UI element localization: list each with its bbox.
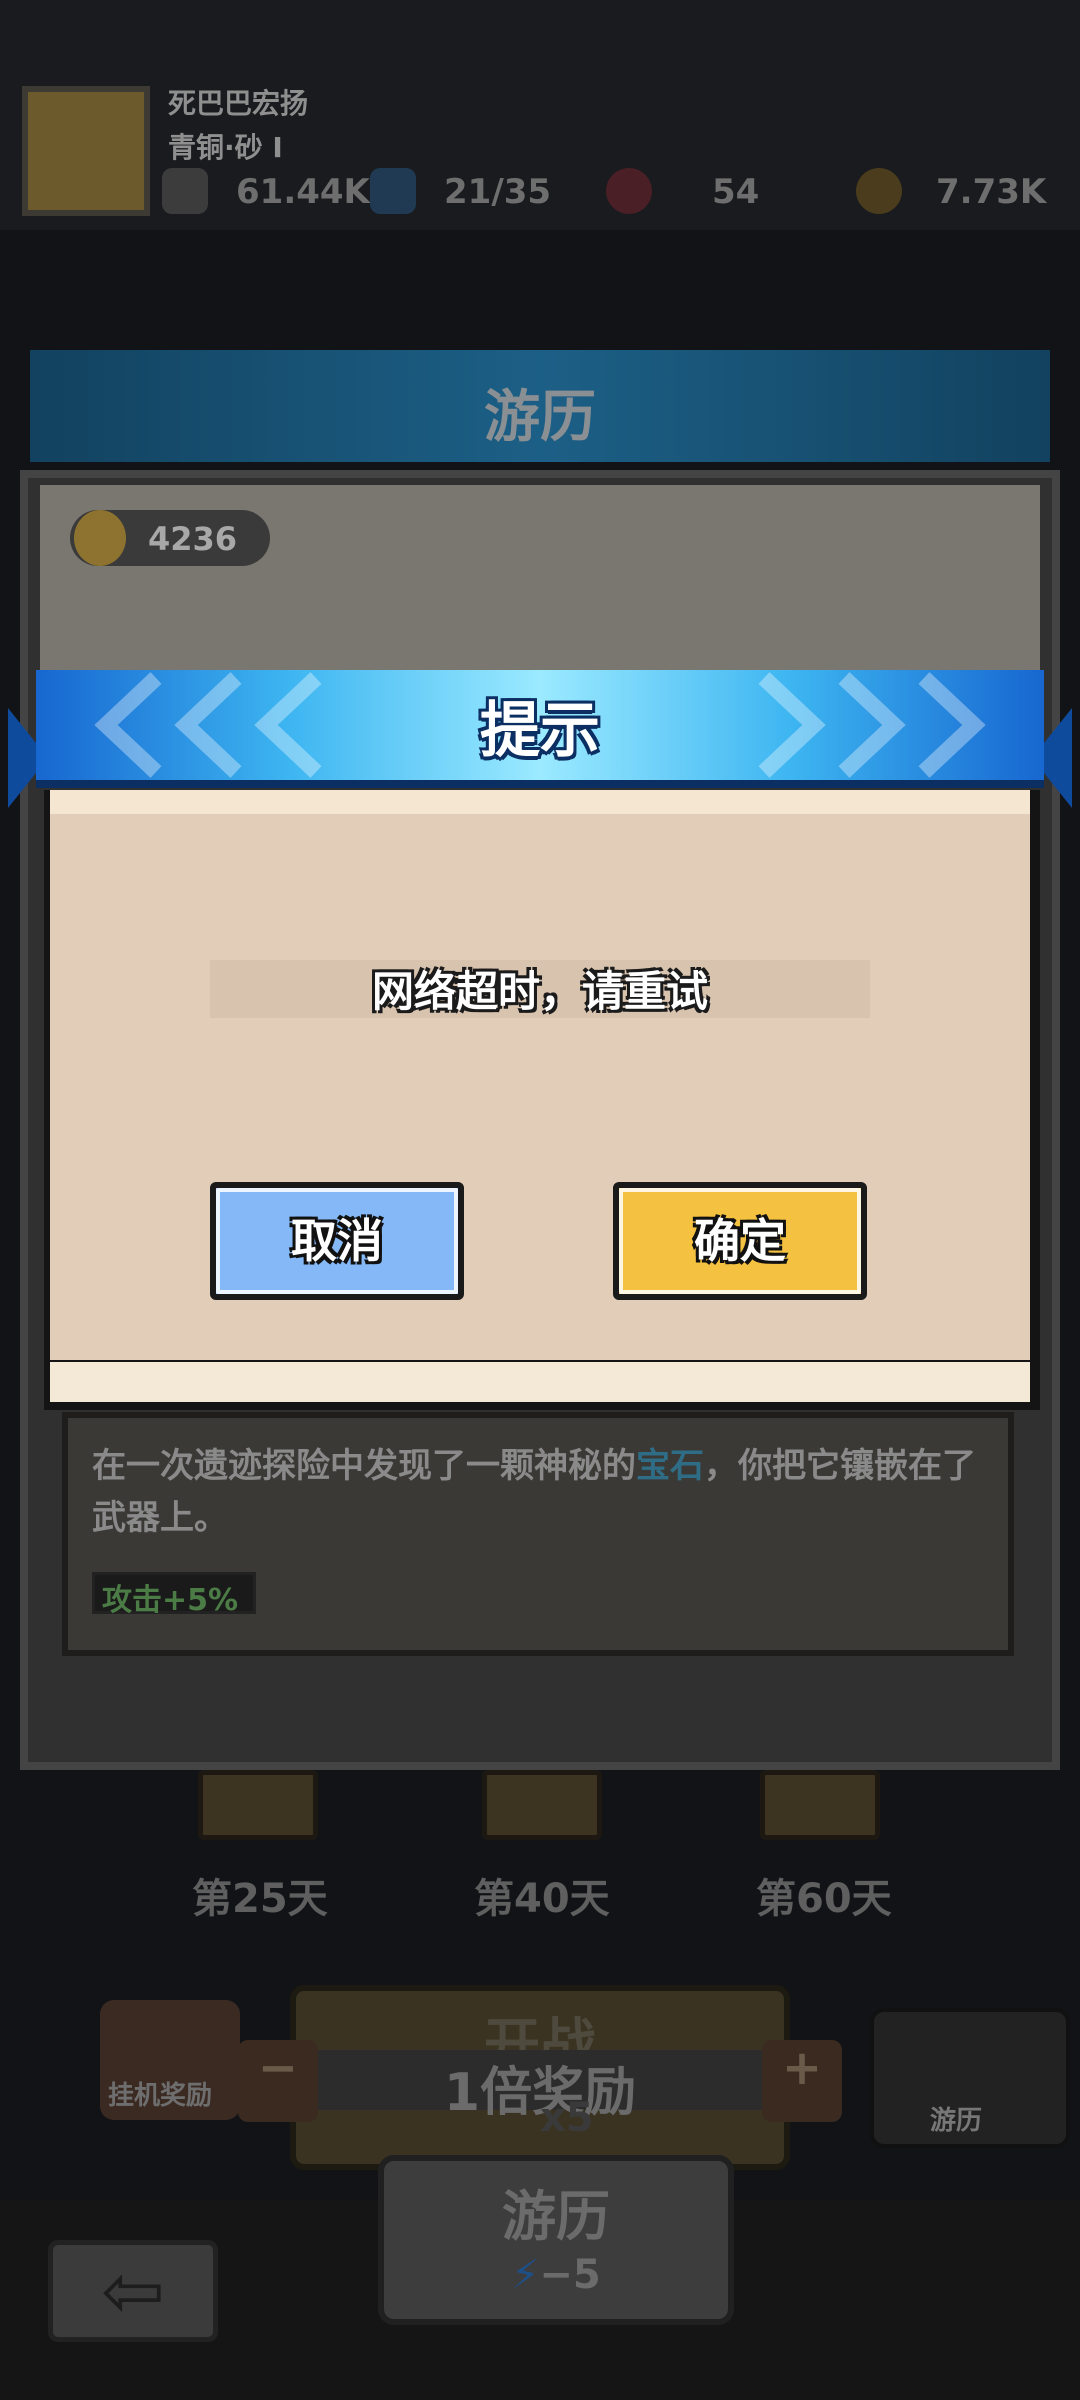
travel-section-title: 游历 (484, 385, 596, 450)
energy-bolt-icon: ⚡ (511, 2252, 540, 2298)
story-text-part: 在一次遗迹探险中发现了一颗神秘的 (92, 1446, 636, 1486)
dialog-message: 网络超时，请重试 (371, 967, 708, 1016)
travel-button-label: 游历 (502, 2185, 610, 2248)
milestone-day-label: 第25天 (192, 1876, 328, 1922)
milestone-chest-icon[interactable] (482, 1770, 602, 1840)
cancel-button-label: 取消 (291, 1214, 383, 1268)
increase-multiplier-button[interactable]: + (762, 2040, 842, 2122)
back-arrow-icon: ⇦ (101, 2246, 165, 2335)
confirm-button[interactable]: 确定 (613, 1182, 867, 1300)
gem-icon (606, 168, 652, 214)
battle-cost-label: x5 (540, 2095, 594, 2141)
gold-value: 7.73K (936, 172, 1047, 212)
plus-icon: + (781, 2040, 823, 2096)
travel-cost: ⚡−5 (378, 2252, 734, 2298)
milestone-day-label: 第60天 (756, 1876, 892, 1922)
power-icon (162, 168, 208, 214)
story-text: 在一次遗迹探险中发现了一颗神秘的宝石，你把它镶嵌在了武器上。 (92, 1440, 982, 1544)
minus-icon: − (257, 2040, 299, 2096)
dialog-top-strip (50, 790, 1030, 814)
coin-icon (74, 510, 126, 566)
milestone-chest-icon[interactable] (198, 1770, 318, 1840)
dialog-body (50, 790, 1030, 1360)
player-avatar[interactable] (22, 86, 150, 216)
cancel-button[interactable]: 取消 (210, 1182, 464, 1300)
story-highlight: 宝石 (636, 1446, 704, 1486)
milestone-chest-icon[interactable] (760, 1770, 880, 1840)
player-name: 死巴巴宏扬 (168, 87, 309, 120)
milestone-day-label: 第40天 (474, 1876, 610, 1922)
gem-value: 54 (712, 172, 760, 212)
travel-cost-value: −5 (539, 2252, 601, 2298)
gold-coin-icon (856, 168, 902, 214)
decrease-multiplier-button[interactable]: − (238, 2040, 318, 2122)
travel-side-label: 游历 (930, 2106, 983, 2136)
confirm-button-label: 确定 (694, 1214, 786, 1268)
coin-counter-value: 4236 (148, 520, 238, 558)
dialog-title: 提示 (480, 696, 600, 766)
energy-bolt-icon (370, 168, 416, 214)
player-rank-title: 青铜·砂 I (168, 131, 283, 164)
attack-buff-label: 攻击+5% (102, 1583, 239, 1618)
energy-value: 21/35 (444, 172, 552, 212)
dialog-bottom-strip (50, 1362, 1030, 1402)
idle-reward-label: 挂机奖励 (108, 2081, 213, 2111)
power-value: 61.44K (236, 172, 370, 212)
